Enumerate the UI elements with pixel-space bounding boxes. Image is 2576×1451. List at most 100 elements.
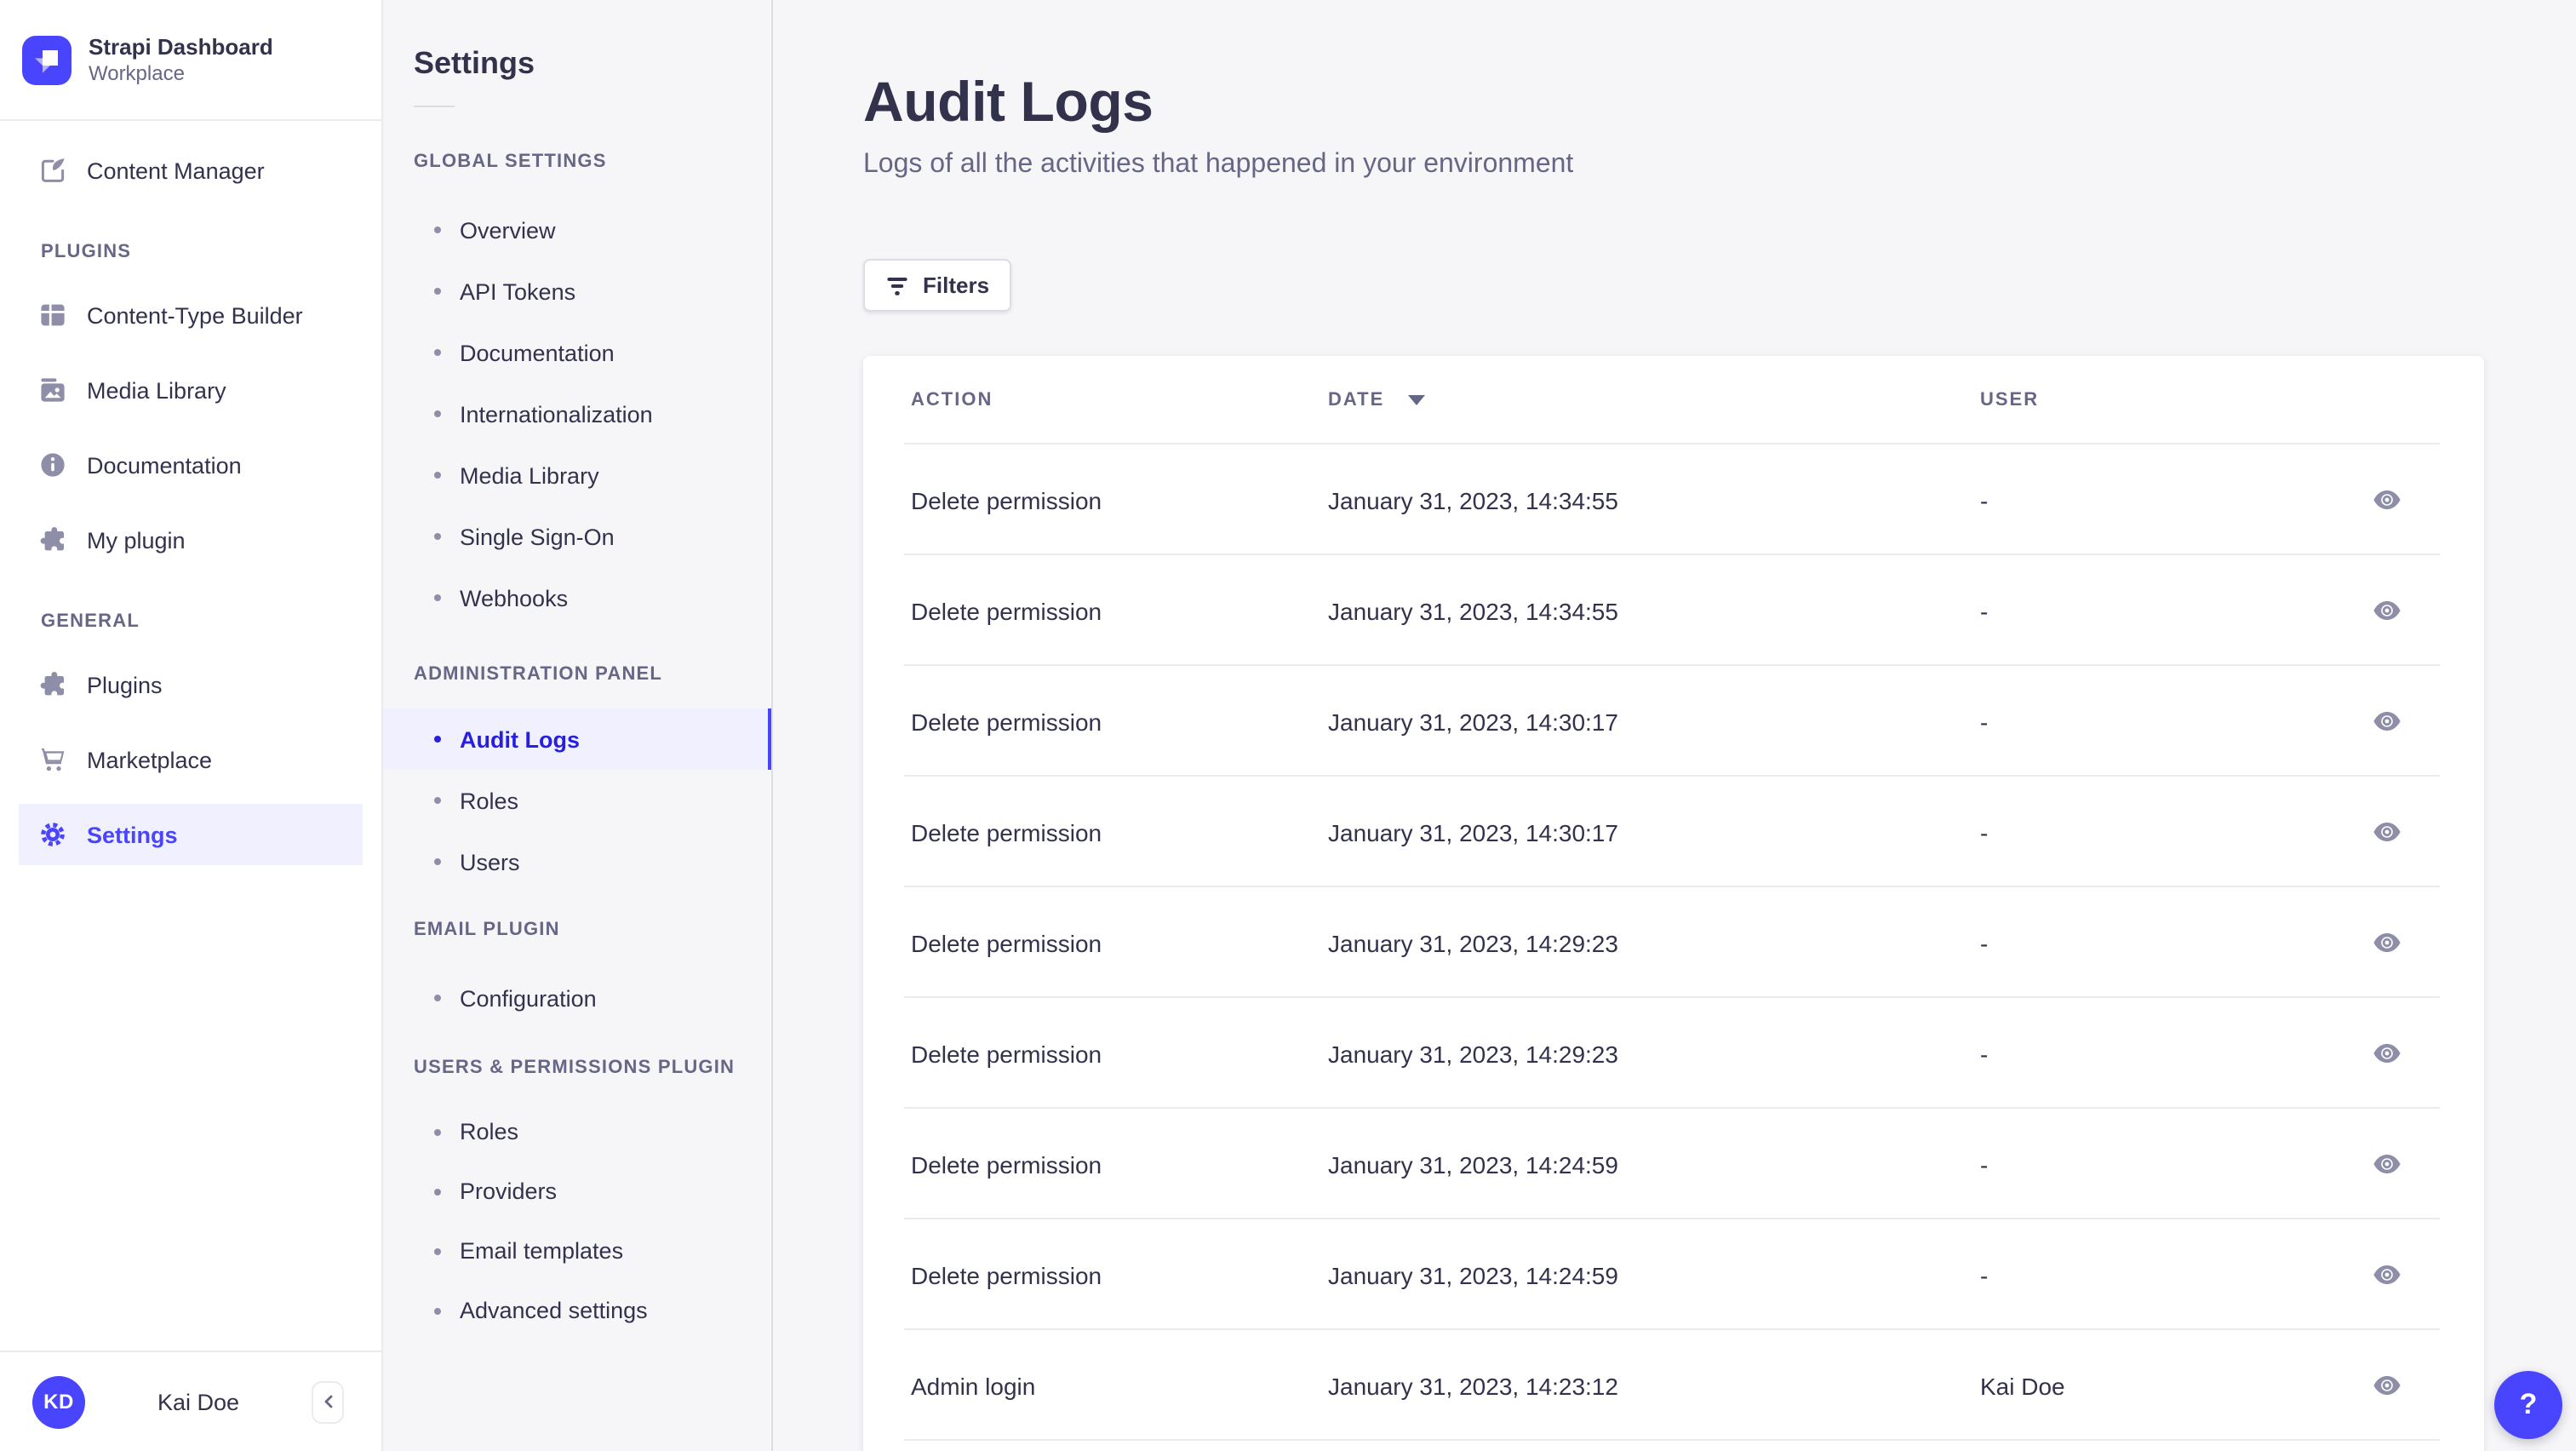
cell-action: Delete permission [911,1261,1102,1288]
eye-icon [2373,1265,2401,1284]
bullet-icon [434,995,441,1001]
user-name: Kai Doe [157,1389,240,1414]
sidebar-nav: Content Manager PLUGINS Content-Type Bui… [0,121,381,1351]
cell-date: January 31, 2023, 14:29:23 [1328,929,1618,956]
sidebar-item-my-plugin[interactable]: My plugin [19,502,363,577]
subnav-item-single-sign-on[interactable]: Single Sign-On [383,506,771,567]
table-row[interactable]: Delete permission January 31, 2023, 14:2… [863,1219,2484,1330]
subnav-item-email-templates[interactable]: Email templates [383,1221,771,1281]
main-sidebar: Strapi Dashboard Workplace Content Manag… [0,0,383,1451]
bullet-icon [434,1247,441,1254]
help-label: ? [2519,1388,2538,1420]
subnav-section-email-plugin: EMAIL PLUGIN Configuration [383,920,771,1029]
sidebar-item-plugins[interactable]: Plugins [19,647,363,722]
view-details-button[interactable] [2367,1369,2407,1402]
sidebar-item-marketplace[interactable]: Marketplace [19,722,363,797]
cell-date: January 31, 2023, 14:23:12 [1328,1372,1618,1399]
subnav-item-providers[interactable]: Providers [383,1161,771,1221]
view-details-button[interactable] [2367,705,2407,737]
subnav-section-label: ADMINISTRATION PANEL [414,664,663,685]
cell-user: - [1980,818,1989,846]
help-button[interactable]: ? [2494,1371,2562,1439]
collapse-sidebar-button[interactable] [312,1380,344,1423]
cell-action: Delete permission [911,929,1102,956]
table-row[interactable]: Admin login January 31, 2023, 14:23:12 K… [863,1330,2484,1441]
column-header-user: USER [1980,390,2040,410]
bullet-icon [434,594,441,601]
cell-date: January 31, 2023, 14:34:55 [1328,597,1618,624]
eye-icon [2373,1376,2401,1395]
subnav-item-overview[interactable]: Overview [383,199,771,261]
subnav-title: Settings [414,46,535,80]
sidebar-item-media-library[interactable]: Media Library [19,353,363,427]
bullet-icon [434,736,441,743]
sidebar-item-content-manager[interactable]: Content Manager [19,133,363,208]
subnav-item-up-roles[interactable]: Roles [383,1102,771,1161]
sidebar-item-settings[interactable]: Settings [19,797,363,872]
cell-date: January 31, 2023, 14:24:59 [1328,1261,1618,1288]
table-row[interactable]: Delete permission January 31, 2023, 14:2… [863,887,2484,998]
bullet-icon [434,472,441,479]
subnav-item-configuration[interactable]: Configuration [383,967,771,1029]
bullet-icon [434,288,441,295]
chevron-left-icon [323,1395,332,1408]
info-icon [39,451,66,479]
table-row[interactable]: Delete permission January 31, 2023, 14:3… [863,555,2484,666]
title-divider [414,106,455,107]
subnav-section-label: USERS & PERMISSIONS PLUGIN [414,1058,736,1078]
user-profile[interactable]: KD Kai Doe [0,1351,381,1451]
eye-icon [2373,933,2401,952]
eye-icon [2373,712,2401,731]
view-details-button[interactable] [2367,926,2407,959]
cell-user: - [1980,486,1989,513]
view-details-button[interactable] [2367,594,2407,627]
bullet-icon [434,349,441,356]
subnav-item-media-library[interactable]: Media Library [383,444,771,506]
bullet-icon [434,1188,441,1195]
cell-user: - [1980,1040,1989,1067]
sidebar-item-documentation[interactable]: Documentation [19,427,363,502]
view-details-button[interactable] [2367,484,2407,516]
table-row[interactable]: Delete permission January 31, 2023, 14:3… [863,666,2484,777]
brand-workspace: Workplace [89,60,185,84]
cell-user: - [1980,1261,1989,1288]
cell-action: Delete permission [911,1150,1102,1178]
subnav-item-documentation[interactable]: Documentation [383,322,771,383]
cell-user: - [1980,1150,1989,1178]
filter-icon [887,277,907,295]
filters-button[interactable]: Filters [863,259,1012,312]
sidebar-section-general: GENERAL [41,611,140,632]
subnav-section-users-permissions-plugin: USERS & PERMISSIONS PLUGIN Roles Provide… [383,1058,771,1340]
filters-label: Filters [923,272,990,298]
table-row[interactable]: Delete permission January 31, 2023, 14:3… [863,777,2484,887]
cell-date: January 31, 2023, 14:24:59 [1328,1150,1618,1178]
subnav-section-label: EMAIL PLUGIN [414,920,560,940]
cell-action: Delete permission [911,486,1102,513]
cell-action: Delete permission [911,597,1102,624]
eye-icon [2373,601,2401,620]
audit-logs-table: ACTION DATE USER Delete permission Janua… [863,356,2484,1451]
subnav-item-audit-logs[interactable]: Audit Logs [383,708,771,770]
avatar: KD [32,1375,85,1428]
view-details-button[interactable] [2367,816,2407,848]
subnav-item-webhooks[interactable]: Webhooks [383,567,771,628]
settings-subnav: Settings GLOBAL SETTINGS Overview API To… [383,0,773,1451]
subnav-item-internationalization[interactable]: Internationalization [383,383,771,444]
subnav-item-roles[interactable]: Roles [383,770,771,831]
table-row[interactable]: Delete permission January 31, 2023, 14:2… [863,1109,2484,1219]
column-header-date[interactable]: DATE [1328,390,1980,410]
eye-icon [2373,1044,2401,1063]
bullet-icon [434,858,441,865]
view-details-button[interactable] [2367,1259,2407,1291]
subnav-item-api-tokens[interactable]: API Tokens [383,261,771,322]
layout-grid-icon [39,301,66,329]
view-details-button[interactable] [2367,1148,2407,1180]
table-header-row: ACTION DATE USER [863,356,2484,444]
view-details-button[interactable] [2367,1037,2407,1070]
brand-title: Strapi Dashboard [89,33,273,59]
subnav-item-advanced-settings[interactable]: Advanced settings [383,1281,771,1340]
table-row[interactable]: Delete permission January 31, 2023, 14:3… [863,444,2484,555]
table-row[interactable]: Delete permission January 31, 2023, 14:2… [863,998,2484,1109]
sidebar-item-content-type-builder[interactable]: Content-Type Builder [19,278,363,353]
subnav-item-users[interactable]: Users [383,831,771,892]
